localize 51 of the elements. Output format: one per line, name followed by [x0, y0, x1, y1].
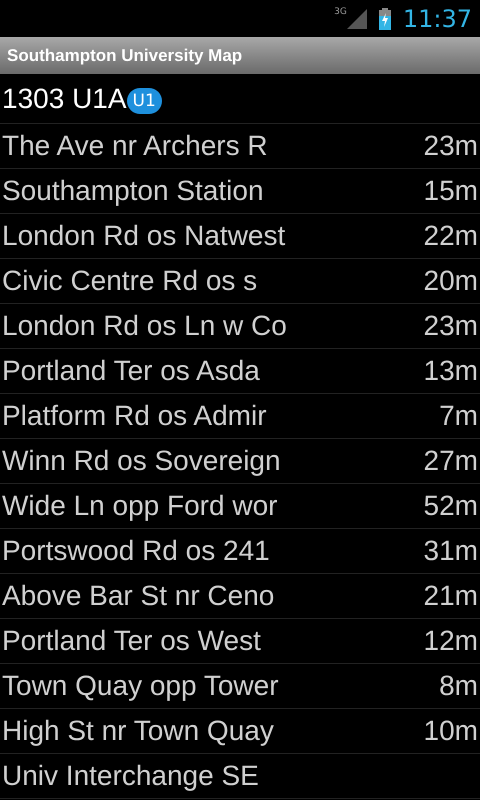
stop-name: High St nr Town Quay [2, 714, 274, 748]
departure-time: 8m [439, 669, 478, 703]
stop-name: Portland Ter os Asda [2, 354, 260, 388]
departure-row[interactable]: London Rd os Natwest 22m [0, 214, 480, 259]
stop-name: Winn Rd os Sovereign [2, 444, 281, 478]
network-type: 3G [334, 6, 347, 19]
departure-row[interactable]: London Rd os Ln w Co 23m [0, 304, 480, 349]
stop-name: Platform Rd os Admir [2, 399, 267, 433]
stop-name: London Rd os Ln w Co [2, 309, 287, 343]
departure-row[interactable]: Portswood Rd os 241 31m [0, 529, 480, 574]
departure-row[interactable]: Portland Ter os Asda 13m [0, 349, 480, 394]
departure-time: 13m [424, 354, 478, 388]
signal-icon [346, 8, 367, 28]
battery-icon [378, 8, 391, 30]
stop-name: Univ Interchange SE [2, 759, 259, 793]
stop-name: Civic Centre Rd os s [2, 264, 258, 298]
departure-time: 22m [424, 219, 478, 253]
route-badge: U1 [126, 88, 162, 114]
stop-title: 1303 U1A [2, 82, 127, 116]
departure-time: 20m [424, 264, 478, 298]
departure-row[interactable]: Univ Interchange SE [0, 754, 480, 799]
departure-row[interactable]: Platform Rd os Admir 7m [0, 394, 480, 439]
clock: 11:37 [402, 4, 472, 34]
stop-name: The Ave nr Archers R [2, 129, 268, 163]
departure-time: 31m [424, 534, 478, 568]
departure-row[interactable]: Southampton Station 15m [0, 169, 480, 214]
departure-time: 21m [424, 579, 478, 613]
departure-row[interactable]: Wide Ln opp Ford wor 52m [0, 484, 480, 529]
app-title: Southampton University Map [7, 44, 242, 67]
stop-name: Above Bar St nr Ceno [2, 579, 274, 613]
stop-name: Portswood Rd os 241 [2, 534, 270, 568]
stop-name: Town Quay opp Tower [2, 669, 279, 703]
departure-time: 27m [424, 444, 478, 478]
departure-time: 52m [424, 489, 478, 523]
stop-name: Wide Ln opp Ford wor [2, 489, 278, 523]
departure-row[interactable]: Portland Ter os West 12m [0, 619, 480, 664]
departure-time: 15m [424, 174, 478, 208]
departure-row[interactable]: The Ave nr Archers R 23m [0, 124, 480, 169]
departure-row[interactable]: Civic Centre Rd os s 20m [0, 259, 480, 304]
departure-time: 12m [424, 624, 478, 658]
stop-name: London Rd os Natwest [2, 219, 286, 253]
departure-row[interactable]: Winn Rd os Sovereign 27m [0, 439, 480, 484]
departure-time: 23m [424, 129, 478, 163]
stop-name: Portland Ter os West [2, 624, 261, 658]
stop-name: Southampton Station [2, 174, 264, 208]
departure-row[interactable]: Above Bar St nr Ceno 21m [0, 574, 480, 619]
departure-row[interactable]: Town Quay opp Tower 8m [0, 664, 480, 709]
departure-time: 10m [424, 714, 478, 748]
departure-row[interactable]: High St nr Town Quay 10m [0, 709, 480, 754]
departure-time: 23m [424, 309, 478, 343]
departure-time: 7m [439, 399, 478, 433]
